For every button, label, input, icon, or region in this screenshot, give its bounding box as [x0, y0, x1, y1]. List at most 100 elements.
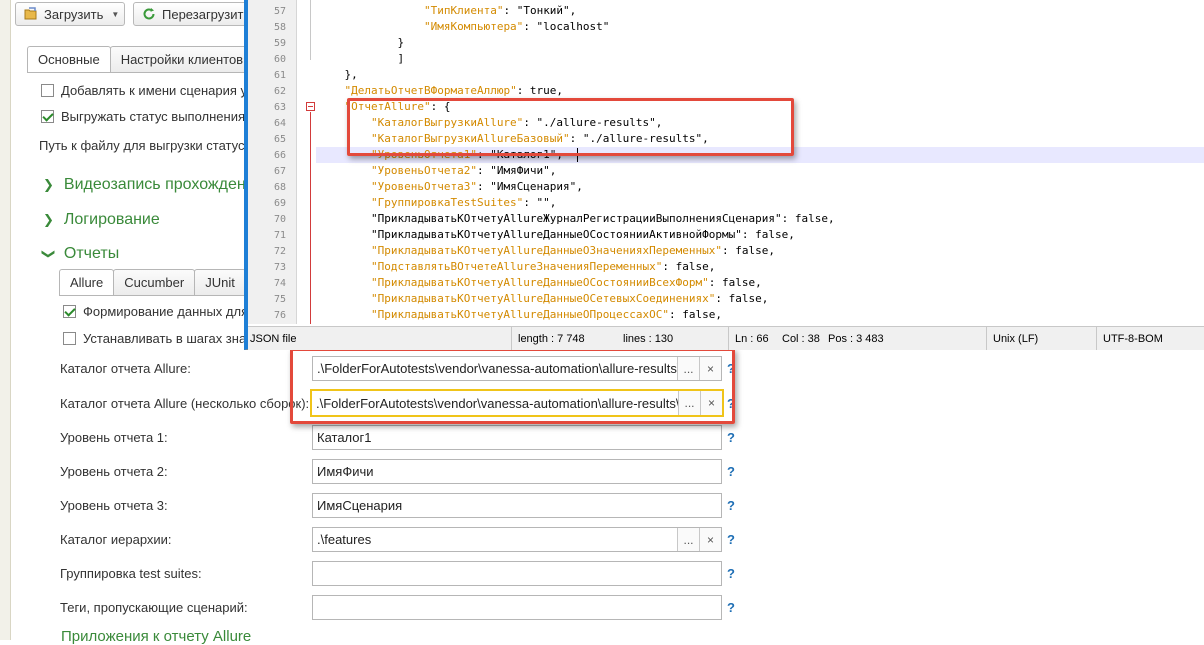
- load-button[interactable]: Загрузить ▼: [15, 2, 125, 26]
- code-line[interactable]: "ПрикладыватьКОтчетуAllureДанныеОСетевых…: [318, 291, 768, 307]
- line-number: 61: [273, 70, 286, 81]
- report-level1-label: Уровень отчета 1:: [60, 430, 168, 445]
- reload-button[interactable]: Перезагрузит: [133, 2, 253, 26]
- code-line[interactable]: "ДелатьОтчетВФорматеАллюр": true,: [318, 83, 564, 99]
- line-number: 72: [273, 246, 286, 257]
- code-line[interactable]: "ПрикладыватьКОтчетуAllureДанныеОСостоян…: [318, 227, 795, 243]
- skip-tags-input[interactable]: [312, 595, 722, 620]
- reload-label: Перезагрузит: [162, 6, 244, 22]
- line-number: 64: [273, 118, 286, 129]
- allure-generate-option[interactable]: Формирование данных для: [63, 304, 248, 319]
- code-line[interactable]: "ПрикладыватьКОтчетуAllureДанныеОЗначени…: [318, 243, 775, 259]
- allure-set-in-steps-option[interactable]: Устанавливать в шагах зна: [63, 331, 246, 346]
- report-level2-value: ИмяФичи: [317, 464, 374, 479]
- skip-tags-label: Теги, пропускающие сценарий:: [60, 600, 248, 615]
- chevron-right-icon: ❯: [43, 177, 54, 192]
- report-tabs: Allure Cucumber JUnit: [59, 269, 246, 295]
- help-icon[interactable]: ?: [727, 532, 735, 547]
- tab-divider: [59, 295, 259, 296]
- line-number: 62: [273, 86, 286, 97]
- code-line[interactable]: "ИмяКомпьютера": "localhost": [318, 19, 609, 35]
- status-eol: Unix (LF): [986, 327, 1096, 350]
- section-reports-label: Отчеты: [63, 245, 120, 262]
- checkbox[interactable]: [63, 332, 76, 345]
- line-number: 74: [273, 278, 286, 289]
- status-ln: Ln : 66: [728, 327, 776, 350]
- code-line[interactable]: "ТипКлиента": "Тонкий",: [318, 3, 576, 19]
- json-editor-window: 57 58 59 60 61 62 63 64 65 66 67 68 69 7…: [244, 0, 1204, 350]
- line-number: 57: [273, 6, 286, 17]
- code-line[interactable]: "ГруппировкаTestSuites": "",: [318, 195, 556, 211]
- dropdown-caret-icon: ▼: [111, 9, 120, 19]
- line-number: 67: [273, 166, 286, 177]
- chevron-right-icon: ❯: [43, 212, 54, 227]
- line-number: 75: [273, 294, 286, 305]
- tab-main[interactable]: Основные: [27, 46, 111, 72]
- section-reports[interactable]: ❯ Отчеты: [41, 245, 120, 263]
- report-level2-input[interactable]: ИмяФичи: [312, 459, 722, 484]
- line-number: 59: [273, 38, 286, 49]
- highlight-box-code: [347, 98, 794, 156]
- clear-button[interactable]: ×: [699, 528, 721, 551]
- code-line[interactable]: "УровеньОтчета2": "ИмяФичи",: [318, 163, 556, 179]
- line-number: 73: [273, 262, 286, 273]
- code-line[interactable]: "ПрикладыватьКОтчетуAllureЖурналРегистра…: [318, 211, 835, 227]
- main-tabs: Основные Настройки клиентов: [27, 46, 255, 72]
- line-number: 76: [273, 310, 286, 321]
- checkbox-checked[interactable]: [63, 305, 76, 318]
- checkbox[interactable]: [41, 84, 54, 97]
- code-line[interactable]: "ПодставлятьВОтчетеAllureЗначенияПеремен…: [318, 259, 715, 275]
- section-attachments[interactable]: Приложения к отчету Allure: [61, 628, 251, 645]
- code-line[interactable]: "УровеньОтчета3": "ИмяСценария",: [318, 179, 583, 195]
- code-line[interactable]: "ПрикладыватьКОтчетуAllureДанныеОСостоян…: [318, 275, 762, 291]
- checkbox-checked[interactable]: [41, 110, 54, 123]
- report-level3-input[interactable]: ИмяСценария: [312, 493, 722, 518]
- report-dir-label: Каталог отчета Allure:: [60, 361, 191, 376]
- section-video[interactable]: ❯ Видеозапись прохожден: [43, 176, 246, 194]
- status-path-label: Путь к файлу для выгрузки статус: [39, 138, 245, 153]
- option-export-status[interactable]: Выгружать статус выполнения: [41, 109, 245, 124]
- help-icon[interactable]: ?: [727, 566, 735, 581]
- help-icon[interactable]: ?: [727, 430, 735, 445]
- help-icon[interactable]: ?: [727, 498, 735, 513]
- line-number: 65: [273, 134, 286, 145]
- report-level3-label: Уровень отчета 3:: [60, 498, 168, 513]
- tab-client-settings[interactable]: Настройки клиентов: [109, 46, 255, 72]
- hierarchy-dir-value: .\features: [317, 532, 372, 547]
- option-export-status-label: Выгружать статус выполнения: [61, 109, 245, 124]
- line-number: 60: [273, 54, 286, 65]
- section-logging[interactable]: ❯ Логирование: [43, 211, 160, 229]
- code-line[interactable]: ]: [318, 51, 404, 67]
- report-level3-value: ИмяСценария: [317, 498, 403, 513]
- code-line[interactable]: "ПрикладыватьКОтчетуAllureДанныеОПроцесс…: [318, 307, 722, 323]
- fold-collapse-icon[interactable]: [306, 102, 315, 111]
- status-lines: lines : 130: [623, 332, 674, 345]
- report-dir-multi-label: Каталог отчета Allure (несколько сборок)…: [60, 396, 310, 411]
- allure-generate-label: Формирование данных для: [83, 304, 249, 319]
- report-level1-value: Каталог1: [317, 430, 372, 445]
- option-add-to-name-label: Добавлять к имени сценария у: [61, 83, 247, 98]
- tab-junit[interactable]: JUnit: [194, 269, 246, 295]
- status-pos: Pos : 3 483: [828, 332, 884, 345]
- line-number: 66: [273, 150, 286, 161]
- code-line[interactable]: },: [318, 67, 358, 83]
- suites-grouping-input[interactable]: [312, 561, 722, 586]
- browse-button[interactable]: ...: [677, 528, 699, 551]
- chevron-down-icon: ❯: [41, 248, 57, 260]
- code-line[interactable]: }: [318, 35, 404, 51]
- fold-guide: [310, 112, 311, 324]
- line-number: 68: [273, 182, 286, 193]
- report-level1-input[interactable]: Каталог1: [312, 425, 722, 450]
- help-icon[interactable]: ?: [727, 600, 735, 615]
- tab-cucumber[interactable]: Cucumber: [113, 269, 196, 295]
- line-number: 71: [273, 230, 286, 241]
- editor-status-bar: JSON file length : 7 748 lines : 130 Ln …: [248, 326, 1204, 350]
- status-col: Col : 38: [782, 332, 820, 345]
- tab-divider: [27, 72, 267, 73]
- option-add-to-name[interactable]: Добавлять к имени сценария у: [41, 83, 247, 98]
- help-icon[interactable]: ?: [727, 464, 735, 479]
- tab-allure[interactable]: Allure: [59, 269, 115, 295]
- hierarchy-dir-input[interactable]: .\features ... ×: [312, 527, 722, 552]
- line-number: 69: [273, 198, 286, 209]
- suites-grouping-label: Группировка test suites:: [60, 566, 202, 581]
